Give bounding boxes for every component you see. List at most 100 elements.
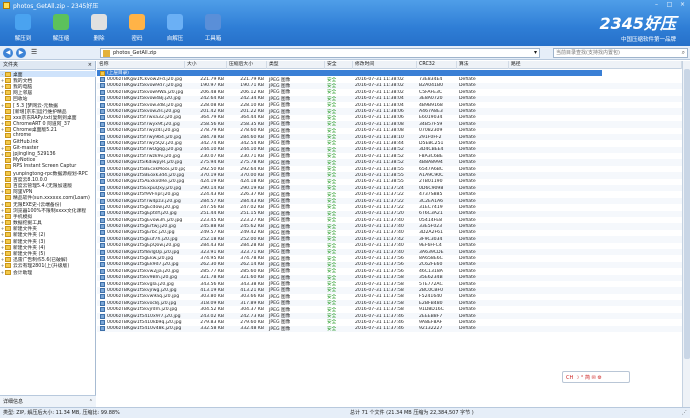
jpeg-file-icon bbox=[100, 268, 105, 274]
file-name: 0006zTBKgw1f5kvow3d8.j20.jpg bbox=[107, 102, 183, 108]
table-cell: Deflate bbox=[459, 115, 476, 121]
forward-button[interactable]: ▶ bbox=[16, 47, 26, 58]
column-header-cell[interactable]: 大小 bbox=[185, 61, 227, 69]
file-name: 0006zTBKgw1f5f7wzk9v.j20.jpg bbox=[107, 153, 181, 159]
table-cell: 321.78 KB bbox=[200, 275, 224, 281]
chevron-down-icon[interactable]: ▾ bbox=[534, 49, 537, 56]
table-cell: 安全 bbox=[327, 141, 337, 147]
table-row[interactable]: 0006zTBKgw1f5410v48k.j20.jpg 332.58 KB 332… bbox=[97, 325, 682, 333]
close-icon[interactable]: × bbox=[88, 61, 92, 70]
table-cell: 安全 bbox=[327, 211, 337, 217]
file-name: 0006zTBKgw1f5gErbc.j20.jpg bbox=[107, 230, 175, 236]
table-cell: Deflate bbox=[459, 179, 476, 185]
column-header-cell[interactable]: 算法 bbox=[457, 61, 509, 69]
resize-grip-icon[interactable]: ⋰ bbox=[682, 408, 687, 418]
maximize-button[interactable]: □ bbox=[665, 1, 674, 8]
file-name: 0006zTBKgw1f5410x9r7.j20.jpg bbox=[107, 313, 181, 319]
detail-bar[interactable]: 详细信息 ⌃ bbox=[0, 395, 96, 407]
table-cell: Deflate bbox=[459, 281, 476, 287]
table-cell: JPEG 图像 bbox=[269, 199, 291, 204]
column-header-cell[interactable]: 安全 bbox=[325, 61, 353, 69]
path-box[interactable]: photos_GetAll.zip ▾ bbox=[100, 48, 540, 58]
table-cell: 303.66 KB bbox=[240, 294, 264, 300]
table-cell: 0006zTBKgw1f5410v48k.j20.jpg bbox=[97, 326, 185, 332]
table-cell: 5TE772AC bbox=[419, 281, 443, 287]
table-cell: 0006zTBKgw1f5f7wOgqg.j20.jpg bbox=[97, 147, 185, 153]
column-header-cell[interactable]: 压缩后大小 bbox=[227, 61, 267, 69]
status-left: 类型: ZIP, 解压后大小: 11.34 MB, 压缩比: 99.88% bbox=[3, 410, 120, 416]
table-cell: 0006zTBKgw1f5kvoc8j.j20.jpg bbox=[97, 300, 185, 306]
table-cell: JPEG 图像 bbox=[269, 179, 291, 185]
ime-toolbar[interactable]: CH ☽ ° 简 ✉ ⚙ bbox=[562, 371, 630, 383]
extract-icon bbox=[53, 14, 69, 30]
table-cell: 2016-07-31 11:38:02 bbox=[355, 83, 404, 89]
close-button[interactable]: × bbox=[678, 1, 687, 8]
table-cell: JPEG 图像 bbox=[269, 135, 291, 141]
vertical-scrollbar[interactable] bbox=[682, 61, 690, 407]
toolbar-button-5[interactable]: 工具箱 bbox=[194, 12, 232, 46]
table-cell: 284.57 KB bbox=[200, 198, 224, 204]
tree-item[interactable]: + 会计助理 bbox=[0, 269, 96, 276]
table-cell: JPEG 图像 bbox=[269, 154, 291, 160]
back-button[interactable]: ◀ bbox=[3, 47, 13, 58]
scrollbar-thumb[interactable] bbox=[684, 69, 690, 359]
column-header-cell[interactable]: 路径 bbox=[509, 61, 682, 69]
table-cell: 2016-07-31 11:38:52 bbox=[355, 147, 404, 153]
table-cell: 安全 bbox=[327, 243, 337, 249]
jpeg-file-icon bbox=[100, 275, 105, 281]
table-cell: 279.60 KB bbox=[240, 319, 264, 325]
folder-tree: - 桌面 + 我的文档 + 我的电脑 + 网上邻居 回收站 +[ 5.3 ]梦网云-元数据 [新增]… bbox=[0, 71, 96, 394]
table-cell: JPEG 图像 bbox=[269, 173, 291, 179]
table-cell: 33E5F023 bbox=[419, 224, 443, 230]
table-cell: 2016-07-31 11:38:02 bbox=[355, 77, 404, 83]
table-cell: Deflate bbox=[459, 224, 476, 230]
jpeg-file-icon bbox=[100, 96, 105, 102]
jpeg-file-icon bbox=[100, 153, 105, 159]
folder-icon bbox=[5, 133, 11, 139]
jpeg-file-icon bbox=[100, 115, 105, 121]
table-cell: 343.38 KB bbox=[240, 281, 264, 287]
view-mode-icon[interactable]: ☰ bbox=[31, 48, 41, 57]
file-name: 0006zTBKgw1f5gEk9d7.j20.jpg bbox=[107, 262, 179, 268]
file-name: 0006zTBKgw1f5kvow9Wa.j20.jpg bbox=[107, 89, 184, 95]
minimize-button[interactable]: – bbox=[652, 1, 661, 8]
app-icon bbox=[3, 1, 10, 9]
table-cell: 0D6C9098 bbox=[419, 185, 444, 191]
table-cell: JPEG 图像 bbox=[269, 237, 291, 243]
table-cell: 275.78 KB bbox=[240, 160, 264, 166]
table-cell: 0006zTBKgw1f5BEoxk3d4.j20.jpg bbox=[97, 172, 185, 178]
table-cell: 304.52 KB bbox=[200, 307, 224, 313]
toolbar-button-0[interactable]: 解压到 bbox=[4, 12, 42, 46]
table-cell: 364.79 KB bbox=[200, 115, 224, 121]
jpeg-file-icon bbox=[100, 102, 105, 108]
table-cell: 0006zTBKgw1f5f7wy9b4.j20.jpg bbox=[97, 134, 185, 140]
table-cell: 262.14 KB bbox=[240, 262, 264, 268]
table-cell: 0006zTBKgw1f5gEk9d7.j20.jpg bbox=[97, 262, 185, 268]
table-cell: Deflate bbox=[459, 236, 476, 242]
search-input[interactable] bbox=[556, 49, 676, 57]
table-cell: 252.18 KB bbox=[200, 236, 224, 242]
toolbar-button-3[interactable]: 密码 bbox=[118, 12, 156, 46]
table-cell: Deflate bbox=[459, 121, 476, 127]
toolbar-button-2[interactable]: 删除 bbox=[80, 12, 118, 46]
column-header-cell[interactable]: 类型 bbox=[267, 61, 325, 69]
table-cell: JPEG 图像 bbox=[269, 77, 291, 83]
folder-icon bbox=[5, 102, 11, 108]
folder-icon bbox=[5, 170, 11, 176]
table-cell: JPEG 图像 bbox=[269, 301, 291, 307]
table-cell: 安全 bbox=[327, 199, 337, 204]
table-cell: 201.42 KB bbox=[200, 109, 224, 115]
table-cell: 2016-07-31 11:37:40 bbox=[355, 249, 404, 255]
column-header-cell[interactable]: 名称 bbox=[97, 61, 185, 69]
toolbar-button-4[interactable]: 自解压 bbox=[156, 12, 194, 46]
folder-icon bbox=[5, 269, 11, 275]
toolbar-button-1[interactable]: 解压缩 bbox=[42, 12, 80, 46]
table-cell: 244.10 KB bbox=[200, 147, 224, 153]
file-name: 0006zTBKgw1f5kvow4Bj.j20.jpg bbox=[107, 96, 181, 102]
search-icon[interactable]: ⌕ bbox=[682, 49, 685, 57]
table-cell: JPEG 图像 bbox=[269, 192, 291, 198]
column-header-cell[interactable]: 修改时间 bbox=[353, 61, 417, 69]
search-box[interactable]: ⌕ bbox=[553, 48, 688, 58]
column-header-cell[interactable]: CRC32 bbox=[417, 61, 457, 69]
toolbox-icon bbox=[205, 14, 221, 30]
